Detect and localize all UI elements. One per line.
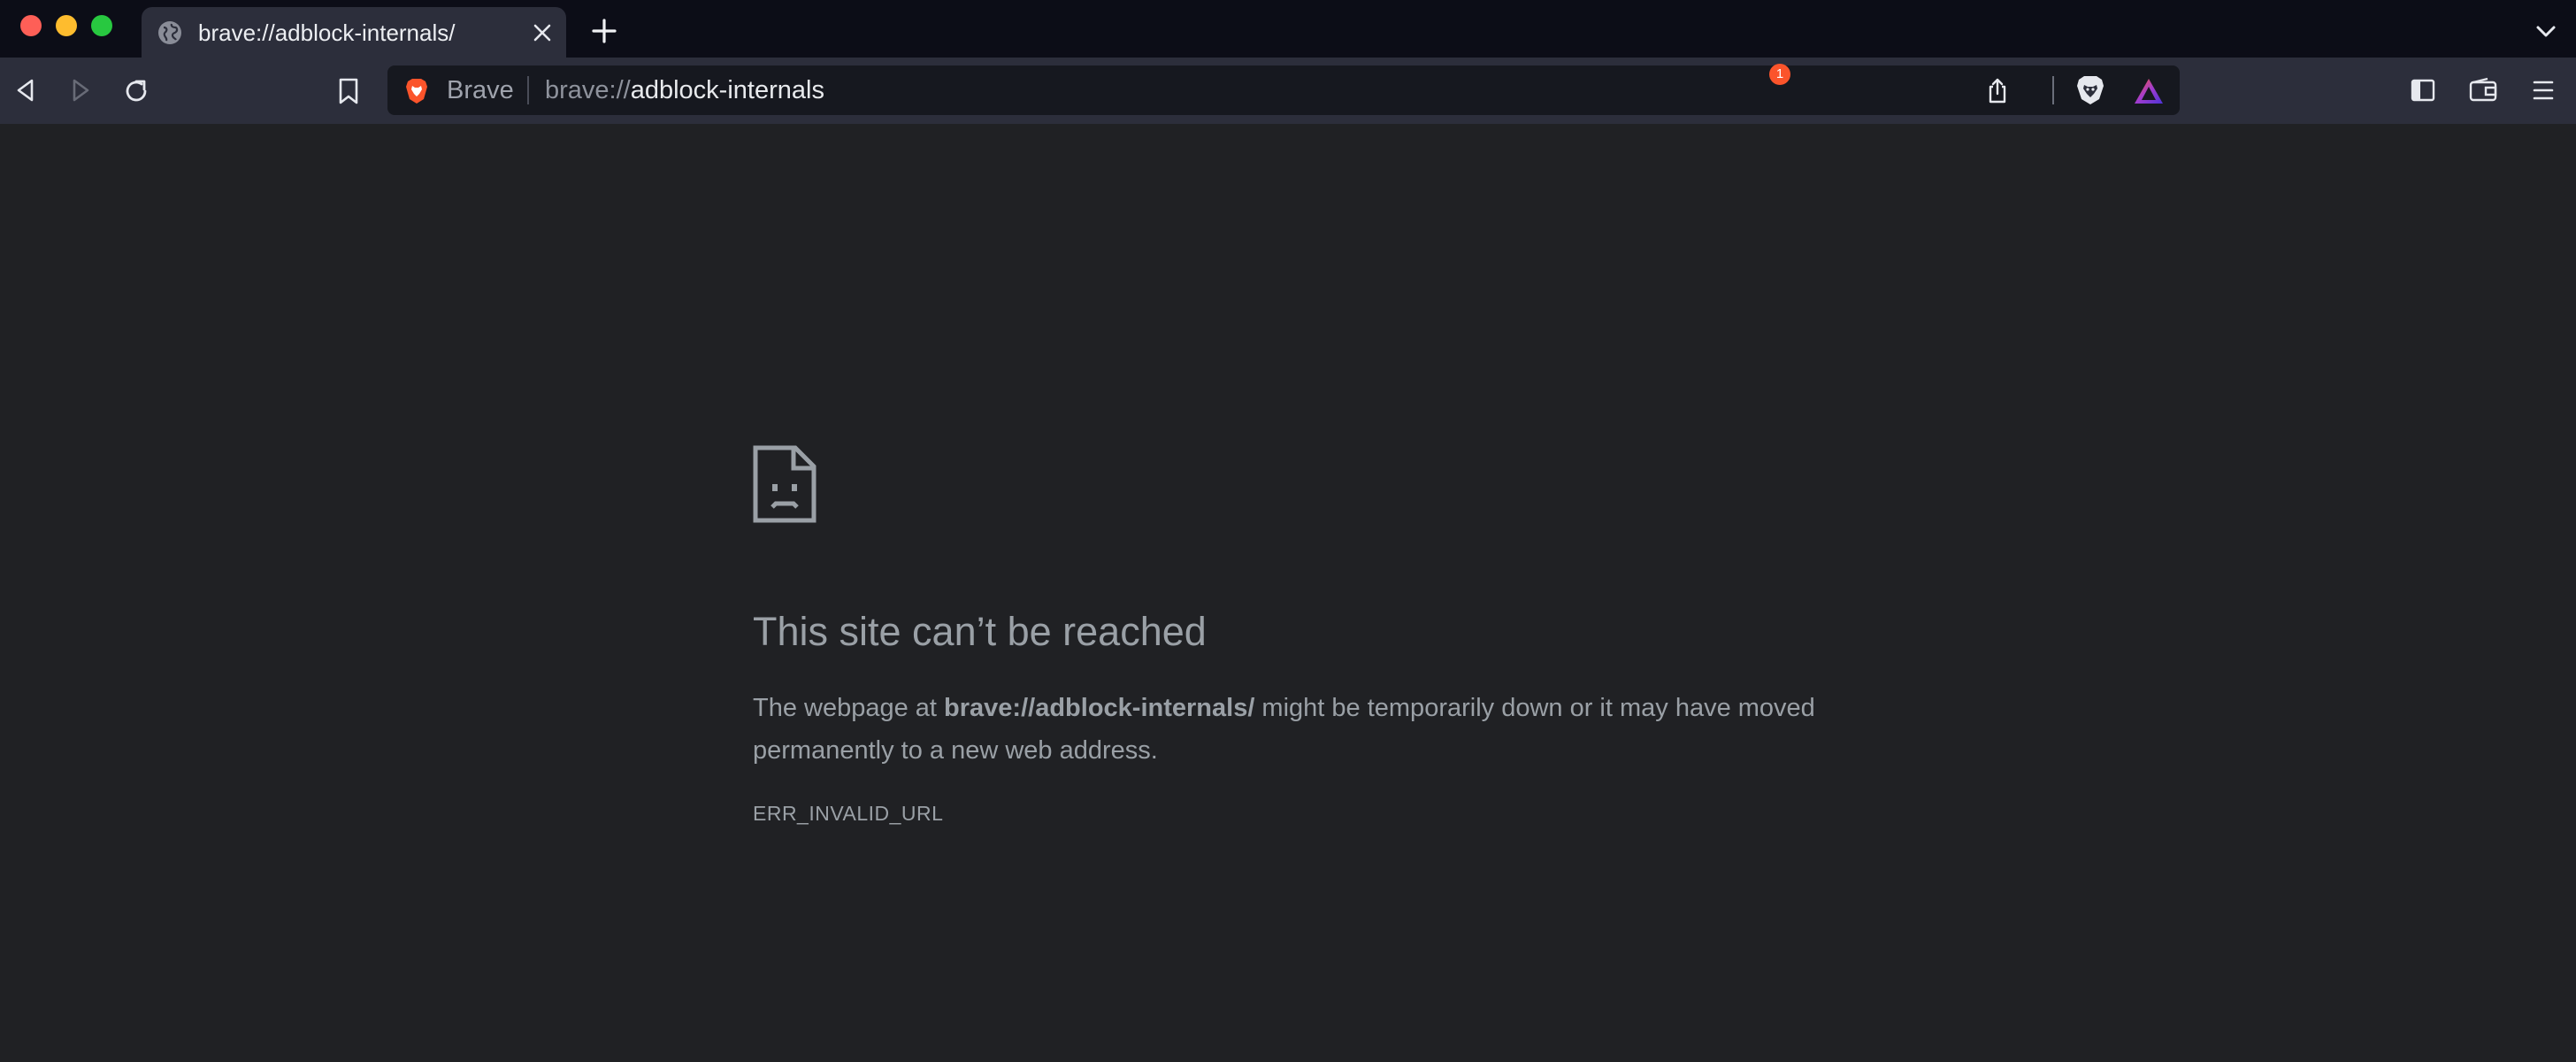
page-content: This site can’t be reached The webpage a… — [0, 124, 2576, 1062]
brave-shields-icon[interactable] — [2075, 74, 2105, 106]
rewards-badge: 1 — [1769, 64, 1790, 85]
brave-lion-icon — [406, 79, 427, 104]
rewards-triangle-icon[interactable] — [2132, 76, 2166, 106]
brave-label: Brave — [447, 76, 514, 104]
forward-arrow-icon[interactable] — [67, 77, 94, 104]
toolbar: Brave brave://adblock-internals 1 — [0, 58, 2576, 124]
error-code: ERR_INVALID_URL — [753, 802, 944, 825]
active-tab[interactable]: brave://adblock-internals/ — [142, 7, 566, 58]
menu-icon[interactable] — [2532, 77, 2555, 104]
reload-icon[interactable] — [122, 77, 150, 105]
error-description: The webpage at brave://adblock-internals… — [753, 687, 1832, 772]
share-icon[interactable] — [1985, 78, 2010, 104]
bookmark-icon[interactable] — [336, 77, 361, 105]
window-minimize-button[interactable] — [56, 15, 77, 36]
tab-close-icon[interactable] — [531, 21, 554, 44]
tab-strip: brave://adblock-internals/ — [0, 0, 2576, 58]
address-bar[interactable]: Brave brave://adblock-internals — [387, 65, 2180, 115]
window-close-button[interactable] — [20, 15, 42, 36]
window-zoom-button[interactable] — [91, 15, 112, 36]
address-separator — [527, 76, 529, 104]
wallet-icon[interactable] — [2468, 77, 2498, 104]
url-host: adblock-internals — [630, 76, 824, 104]
desc-prefix: The webpage at — [753, 694, 945, 722]
sad-document-icon — [753, 445, 816, 523]
error-url: brave://adblock-internals/ — [944, 694, 1255, 722]
chevron-down-icon[interactable] — [2534, 19, 2558, 44]
error-heading: This site can’t be reached — [753, 609, 1207, 654]
sidebar-icon[interactable] — [2410, 77, 2436, 104]
back-arrow-icon[interactable] — [12, 77, 39, 104]
new-tab-icon[interactable] — [591, 18, 617, 44]
tab-title: brave://adblock-internals/ — [198, 19, 456, 46]
globe-icon — [158, 21, 181, 44]
url-text[interactable]: brave://adblock-internals — [545, 76, 824, 104]
omnibox-divider — [2052, 76, 2054, 104]
url-scheme: brave:// — [545, 76, 631, 104]
